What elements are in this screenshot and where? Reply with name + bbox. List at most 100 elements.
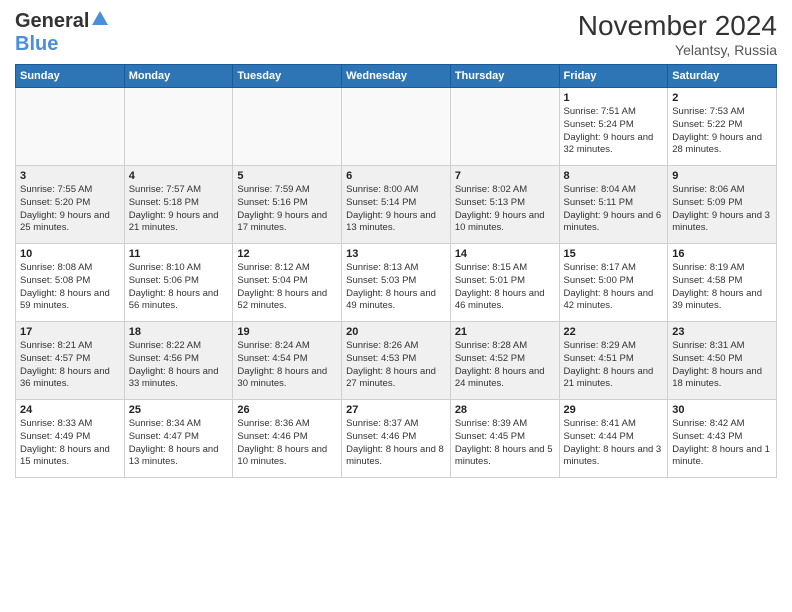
day-info: Sunrise: 8:15 AM Sunset: 5:01 PM Dayligh… xyxy=(455,262,555,313)
day-number: 27 xyxy=(346,404,446,416)
day-cell: 5Sunrise: 7:59 AM Sunset: 5:16 PM Daylig… xyxy=(233,166,342,244)
col-header-friday: Friday xyxy=(559,65,668,88)
calendar-header: SundayMondayTuesdayWednesdayThursdayFrid… xyxy=(16,65,777,88)
day-number: 23 xyxy=(672,326,772,338)
day-cell: 12 Sunrise: 8:12 AM Sunset: 5:04 PM Dayli… xyxy=(233,244,342,322)
day-number: 17 xyxy=(20,326,120,338)
day-cell: 23 Sunrise: 8:31 AM Sunset: 4:50 PM Dayli… xyxy=(668,322,777,400)
day-info: Sunrise: 8:17 AM Sunset: 5:00 PM Dayligh… xyxy=(564,262,664,313)
logo-triangle-icon xyxy=(92,11,108,30)
logo-general: General xyxy=(15,10,89,33)
day-info: Sunrise: 8:31 AM Sunset: 4:50 PM Dayligh… xyxy=(672,340,772,391)
day-number: 6 xyxy=(346,170,446,182)
day-number: 26 xyxy=(237,404,337,416)
day-cell: 8Sunrise: 8:04 AM Sunset: 5:11 PM Daylig… xyxy=(559,166,668,244)
col-header-sunday: Sunday xyxy=(16,65,125,88)
week-row-3: 10Sunrise: 8:08 AM Sunset: 5:08 PM Dayli… xyxy=(16,244,777,322)
day-info: Sunrise: 8:12 AM Sunset: 5:04 PM Dayligh… xyxy=(237,262,337,313)
title-block: November 2024 Yelantsy, Russia xyxy=(578,10,777,58)
day-cell: 27 Sunrise: 8:37 AM Sunset: 4:46 PM Dayli… xyxy=(342,400,451,478)
day-cell: 10Sunrise: 8:08 AM Sunset: 5:08 PM Dayli… xyxy=(16,244,125,322)
day-cell: 13Sunrise: 8:13 AM Sunset: 5:03 PM Dayli… xyxy=(342,244,451,322)
day-cell: 30 Sunrise: 8:42 AM Sunset: 4:43 PM Dayli… xyxy=(668,400,777,478)
day-cell: 21 Sunrise: 8:28 AM Sunset: 4:52 PM Dayli… xyxy=(450,322,559,400)
day-info: Sunrise: 7:53 AM Sunset: 5:22 PM Dayligh… xyxy=(672,106,772,157)
col-header-wednesday: Wednesday xyxy=(342,65,451,88)
day-number: 11 xyxy=(129,248,229,260)
calendar-table: SundayMondayTuesdayWednesdayThursdayFrid… xyxy=(15,64,777,478)
day-number: 21 xyxy=(455,326,555,338)
day-cell: 14 Sunrise: 8:15 AM Sunset: 5:01 PM Dayli… xyxy=(450,244,559,322)
day-number: 5 xyxy=(237,170,337,182)
day-info: Sunrise: 8:29 AM Sunset: 4:51 PM Dayligh… xyxy=(564,340,664,391)
day-cell: 20 Sunrise: 8:26 AM Sunset: 4:53 PM Dayli… xyxy=(342,322,451,400)
day-cell: 28Sunrise: 8:39 AM Sunset: 4:45 PM Dayli… xyxy=(450,400,559,478)
day-info: Sunrise: 7:55 AM Sunset: 5:20 PM Dayligh… xyxy=(20,184,120,235)
day-number: 7 xyxy=(455,170,555,182)
day-cell: 2Sunrise: 7:53 AM Sunset: 5:22 PM Daylig… xyxy=(668,88,777,166)
col-header-thursday: Thursday xyxy=(450,65,559,88)
day-cell xyxy=(450,88,559,166)
col-header-monday: Monday xyxy=(124,65,233,88)
day-info: Sunrise: 7:51 AM Sunset: 5:24 PM Dayligh… xyxy=(564,106,664,157)
col-header-saturday: Saturday xyxy=(668,65,777,88)
day-number: 20 xyxy=(346,326,446,338)
day-number: 1 xyxy=(564,92,664,104)
calendar-body: 1 Sunrise: 7:51 AM Sunset: 5:24 PM Daylig… xyxy=(16,88,777,478)
day-cell: 24 Sunrise: 8:33 AM Sunset: 4:49 PM Dayli… xyxy=(16,400,125,478)
day-number: 30 xyxy=(672,404,772,416)
day-info: Sunrise: 8:28 AM Sunset: 4:52 PM Dayligh… xyxy=(455,340,555,391)
week-row-2: 3 Sunrise: 7:55 AM Sunset: 5:20 PM Daylig… xyxy=(16,166,777,244)
day-number: 13 xyxy=(346,248,446,260)
day-cell: 16 Sunrise: 8:19 AM Sunset: 4:58 PM Dayli… xyxy=(668,244,777,322)
day-number: 15 xyxy=(564,248,664,260)
col-header-tuesday: Tuesday xyxy=(233,65,342,88)
week-row-1: 1 Sunrise: 7:51 AM Sunset: 5:24 PM Daylig… xyxy=(16,88,777,166)
day-info: Sunrise: 8:33 AM Sunset: 4:49 PM Dayligh… xyxy=(20,418,120,469)
day-info: Sunrise: 8:37 AM Sunset: 4:46 PM Dayligh… xyxy=(346,418,446,469)
day-cell: 6Sunrise: 8:00 AM Sunset: 5:14 PM Daylig… xyxy=(342,166,451,244)
day-info: Sunrise: 8:39 AM Sunset: 4:45 PM Dayligh… xyxy=(455,418,555,469)
day-number: 24 xyxy=(20,404,120,416)
header-row: SundayMondayTuesdayWednesdayThursdayFrid… xyxy=(16,65,777,88)
day-number: 14 xyxy=(455,248,555,260)
day-number: 9 xyxy=(672,170,772,182)
day-cell xyxy=(124,88,233,166)
day-info: Sunrise: 8:41 AM Sunset: 4:44 PM Dayligh… xyxy=(564,418,664,469)
day-cell: 1 Sunrise: 7:51 AM Sunset: 5:24 PM Daylig… xyxy=(559,88,668,166)
logo: General Blue xyxy=(15,10,108,56)
day-cell: 19Sunrise: 8:24 AM Sunset: 4:54 PM Dayli… xyxy=(233,322,342,400)
day-info: Sunrise: 8:21 AM Sunset: 4:57 PM Dayligh… xyxy=(20,340,120,391)
day-number: 19 xyxy=(237,326,337,338)
day-cell: 17 Sunrise: 8:21 AM Sunset: 4:57 PM Dayli… xyxy=(16,322,125,400)
day-cell: 3 Sunrise: 7:55 AM Sunset: 5:20 PM Daylig… xyxy=(16,166,125,244)
day-info: Sunrise: 8:02 AM Sunset: 5:13 PM Dayligh… xyxy=(455,184,555,235)
day-cell: 7 Sunrise: 8:02 AM Sunset: 5:13 PM Daylig… xyxy=(450,166,559,244)
day-info: Sunrise: 8:08 AM Sunset: 5:08 PM Dayligh… xyxy=(20,262,120,313)
page: General Blue November 2024 Yelantsy, Rus… xyxy=(0,0,792,612)
day-cell xyxy=(16,88,125,166)
day-info: Sunrise: 8:19 AM Sunset: 4:58 PM Dayligh… xyxy=(672,262,772,313)
day-info: Sunrise: 8:36 AM Sunset: 4:46 PM Dayligh… xyxy=(237,418,337,469)
day-number: 18 xyxy=(129,326,229,338)
day-info: Sunrise: 8:34 AM Sunset: 4:47 PM Dayligh… xyxy=(129,418,229,469)
week-row-5: 24 Sunrise: 8:33 AM Sunset: 4:49 PM Dayli… xyxy=(16,400,777,478)
day-cell: 11 Sunrise: 8:10 AM Sunset: 5:06 PM Dayli… xyxy=(124,244,233,322)
day-cell: 18 Sunrise: 8:22 AM Sunset: 4:56 PM Dayli… xyxy=(124,322,233,400)
day-cell xyxy=(233,88,342,166)
day-cell: 26 Sunrise: 8:36 AM Sunset: 4:46 PM Dayli… xyxy=(233,400,342,478)
page-subtitle: Yelantsy, Russia xyxy=(578,42,777,58)
day-cell: 9Sunrise: 8:06 AM Sunset: 5:09 PM Daylig… xyxy=(668,166,777,244)
day-number: 8 xyxy=(564,170,664,182)
day-number: 16 xyxy=(672,248,772,260)
logo-blue: Blue xyxy=(15,33,58,55)
day-info: Sunrise: 8:22 AM Sunset: 4:56 PM Dayligh… xyxy=(129,340,229,391)
day-number: 3 xyxy=(20,170,120,182)
day-info: Sunrise: 8:10 AM Sunset: 5:06 PM Dayligh… xyxy=(129,262,229,313)
day-info: Sunrise: 8:42 AM Sunset: 4:43 PM Dayligh… xyxy=(672,418,772,469)
day-number: 12 xyxy=(237,248,337,260)
day-cell: 29Sunrise: 8:41 AM Sunset: 4:44 PM Dayli… xyxy=(559,400,668,478)
day-info: Sunrise: 7:57 AM Sunset: 5:18 PM Dayligh… xyxy=(129,184,229,235)
day-cell: 22Sunrise: 8:29 AM Sunset: 4:51 PM Dayli… xyxy=(559,322,668,400)
day-info: Sunrise: 8:26 AM Sunset: 4:53 PM Dayligh… xyxy=(346,340,446,391)
